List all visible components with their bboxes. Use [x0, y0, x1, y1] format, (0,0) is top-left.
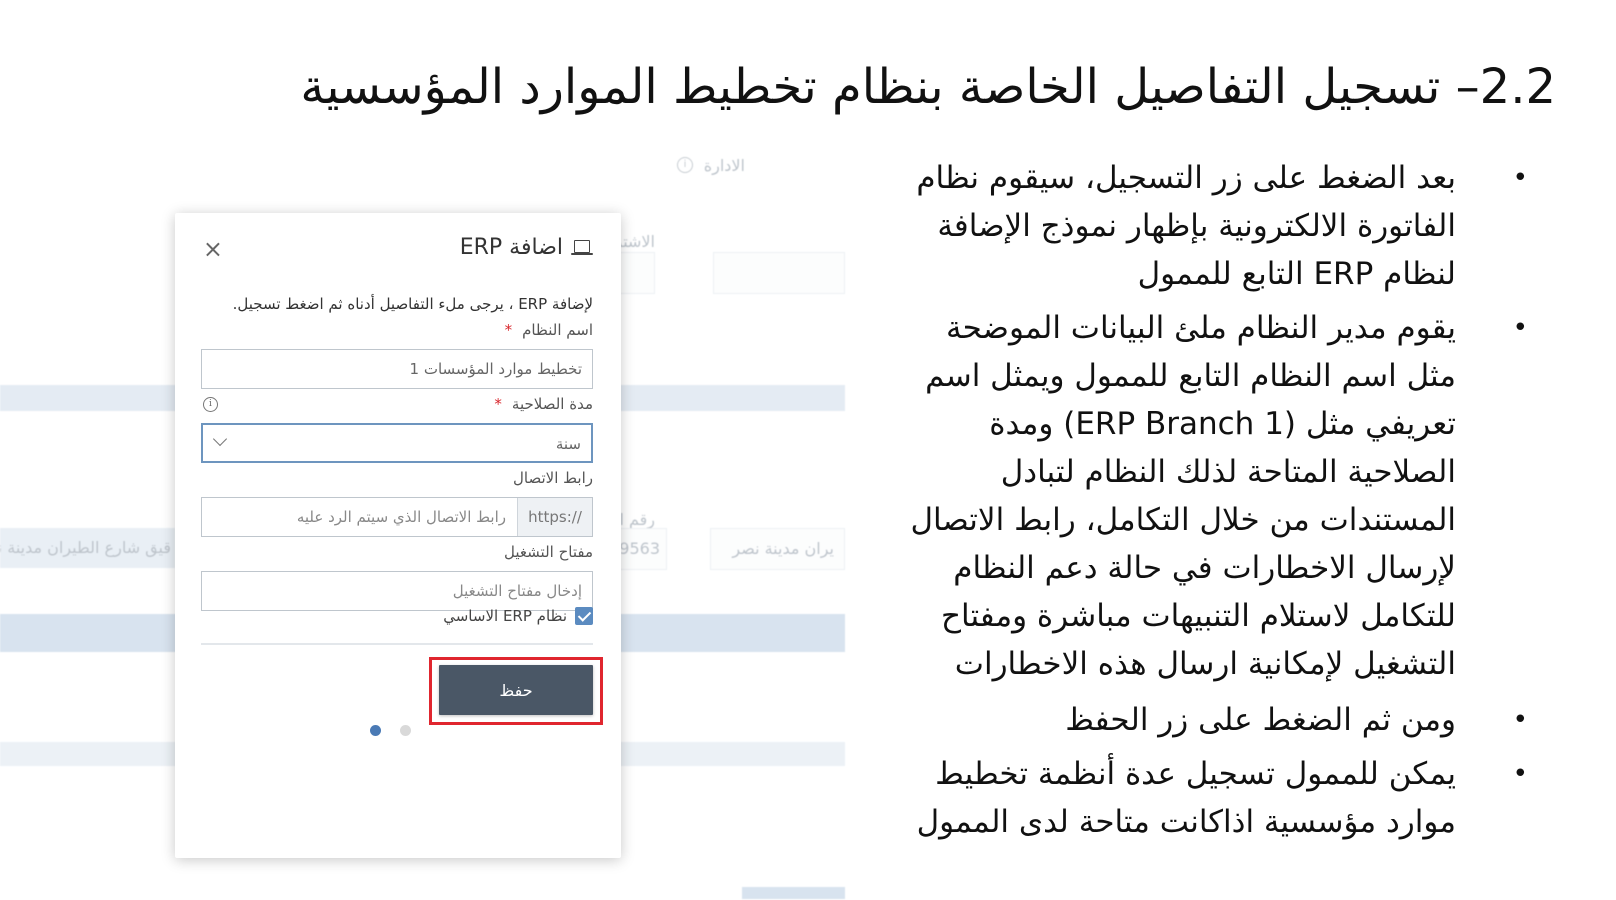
validity-label: مدة الصلاحية * — [494, 395, 593, 413]
validity-label-text: مدة الصلاحية — [511, 395, 593, 413]
system-name-label: اسم النظام * — [505, 321, 593, 339]
primary-erp-label: نظام ERP الاساسي — [443, 607, 567, 625]
system-name-input[interactable]: تخطيط موارد المؤسسات 1 — [201, 349, 593, 389]
dialog-title-text: اضافة ERP — [459, 235, 563, 260]
validity-select[interactable]: سنة — [201, 423, 593, 463]
bg-city-field: يران مدينة نصر — [710, 528, 845, 570]
info-icon[interactable]: i — [203, 397, 218, 412]
bg-band — [742, 887, 845, 899]
bullet-list: بعد الضغط على زر التسجيل، سيقوم نظام الف… — [888, 154, 1528, 852]
required-mark: * — [494, 395, 502, 413]
bg-address-band: قيق شارع الطيران مدينة نصر — [0, 528, 175, 568]
required-mark: * — [504, 321, 513, 339]
key-placeholder: إدخال مفتاح التشغيل — [452, 582, 582, 600]
primary-erp-checkbox[interactable] — [575, 607, 593, 625]
close-icon[interactable]: × — [203, 237, 223, 261]
laptop-icon — [571, 239, 593, 256]
bg-address-value: قيق شارع الطيران مدينة نصر — [0, 538, 171, 557]
url-prefix: https:// — [517, 498, 592, 536]
system-name-label-text: اسم النظام — [522, 321, 593, 339]
key-label: مفتاح التشغيل — [504, 543, 593, 561]
bg-field — [713, 252, 845, 294]
pager-dot[interactable] — [400, 725, 411, 736]
dialog-header: اضافة ERP × — [203, 235, 593, 269]
slide-title: 2.2– تسجيل التفاصيل الخاصة بنظام تخطيط ا… — [300, 59, 1556, 115]
dialog-hint: لإضافة ERP ، يرجى ملء التفاصيل أدناه ثم … — [232, 295, 593, 313]
bg-admin-label: الادارة — [703, 156, 745, 175]
bullet-item: ومن ثم الضغط على زر الحفظ — [888, 696, 1528, 744]
divider — [201, 643, 593, 645]
callback-url-label: رابط الاتصال — [513, 469, 593, 487]
bg-city-value: يران مدينة نصر — [732, 539, 834, 558]
save-button[interactable]: حفظ — [439, 665, 593, 715]
add-erp-dialog: اضافة ERP × لإضافة ERP ، يرجى ملء التفاص… — [175, 213, 621, 858]
bullet-item: يقوم مدير النظام ملئ البيانات الموضحة مث… — [888, 304, 1528, 688]
callback-url-input[interactable]: https:// رابط الاتصال الذي سيتم الرد علي… — [201, 497, 593, 537]
system-name-value: تخطيط موارد المؤسسات 1 — [409, 360, 582, 378]
primary-erp-row[interactable]: نظام ERP الاساسي — [443, 607, 593, 625]
bg-info-icon: i — [677, 157, 693, 173]
key-input[interactable]: إدخال مفتاح التشغيل — [201, 571, 593, 611]
pager-dot-active[interactable] — [370, 725, 381, 736]
bullet-item: بعد الضغط على زر التسجيل، سيقوم نظام الف… — [888, 154, 1528, 298]
bullet-item: يمكن للممول تسجيل عدة أنظمة تخطيط موارد … — [888, 750, 1528, 846]
chevron-down-icon — [212, 431, 228, 447]
callback-url-placeholder: رابط الاتصال الذي سيتم الرد عليه — [296, 508, 506, 526]
validity-value: سنة — [555, 435, 581, 453]
dialog-title: اضافة ERP — [460, 235, 593, 260]
